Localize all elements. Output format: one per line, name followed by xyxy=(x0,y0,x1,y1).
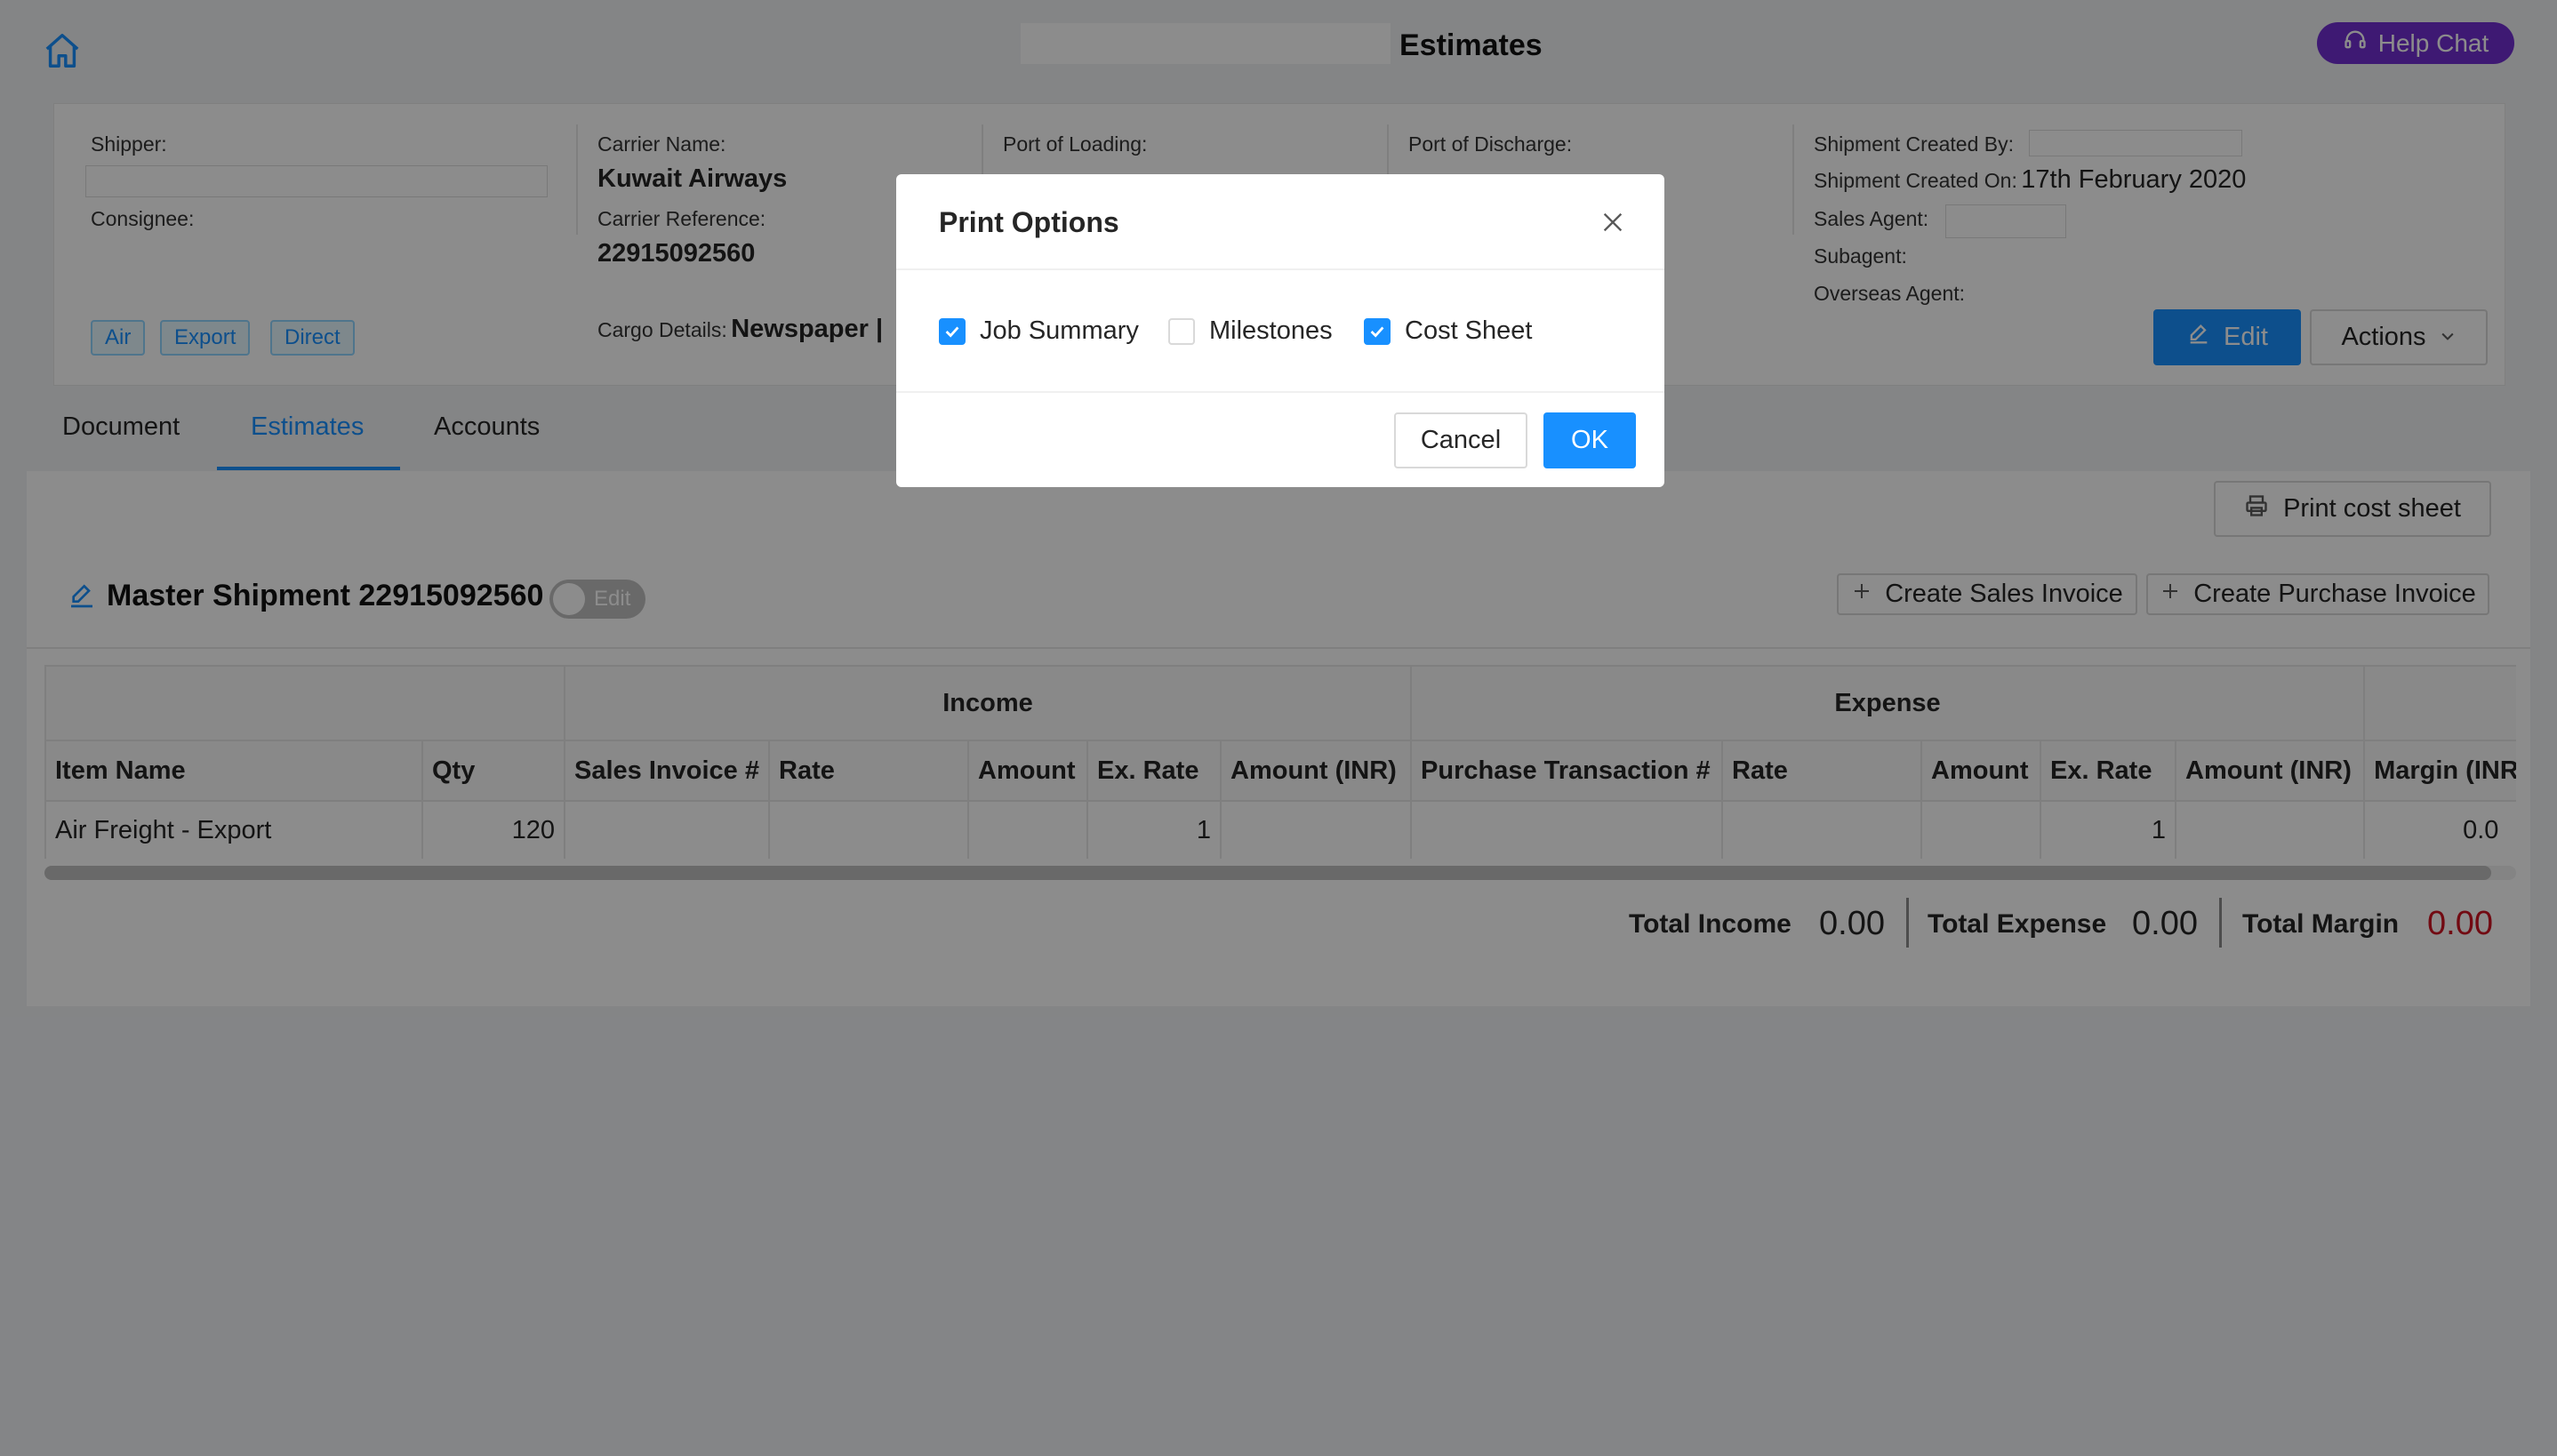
checkbox-job-summary[interactable]: Job Summary xyxy=(939,316,1139,346)
checkbox-box[interactable] xyxy=(1364,317,1391,345)
checkbox-cost-sheet[interactable]: Cost Sheet xyxy=(1364,316,1532,346)
modal-footer: Cancel OK xyxy=(896,393,1664,487)
close-icon[interactable] xyxy=(1599,208,1627,236)
ok-button[interactable]: OK xyxy=(1543,412,1636,468)
modal-body: Job Summary Milestones Cost Sheet xyxy=(896,270,1664,393)
checkbox-label: Milestones xyxy=(1209,316,1333,345)
check-icon xyxy=(945,325,959,338)
check-icon xyxy=(1370,325,1384,338)
checkbox-box[interactable] xyxy=(1168,317,1195,345)
print-options-modal: Print Options Job Summary Milestones Cos… xyxy=(896,174,1664,487)
modal-header: Print Options xyxy=(896,174,1664,270)
cancel-button[interactable]: Cancel xyxy=(1394,412,1527,468)
checkbox-label: Job Summary xyxy=(980,316,1139,345)
modal-title: Print Options xyxy=(939,206,1119,238)
checkbox-box[interactable] xyxy=(939,317,966,345)
estimates-page: Estimates Help Chat Shipper: Consignee: … xyxy=(0,0,2557,1456)
checkbox-milestones[interactable]: Milestones xyxy=(1168,316,1333,346)
checkbox-label: Cost Sheet xyxy=(1405,316,1533,345)
